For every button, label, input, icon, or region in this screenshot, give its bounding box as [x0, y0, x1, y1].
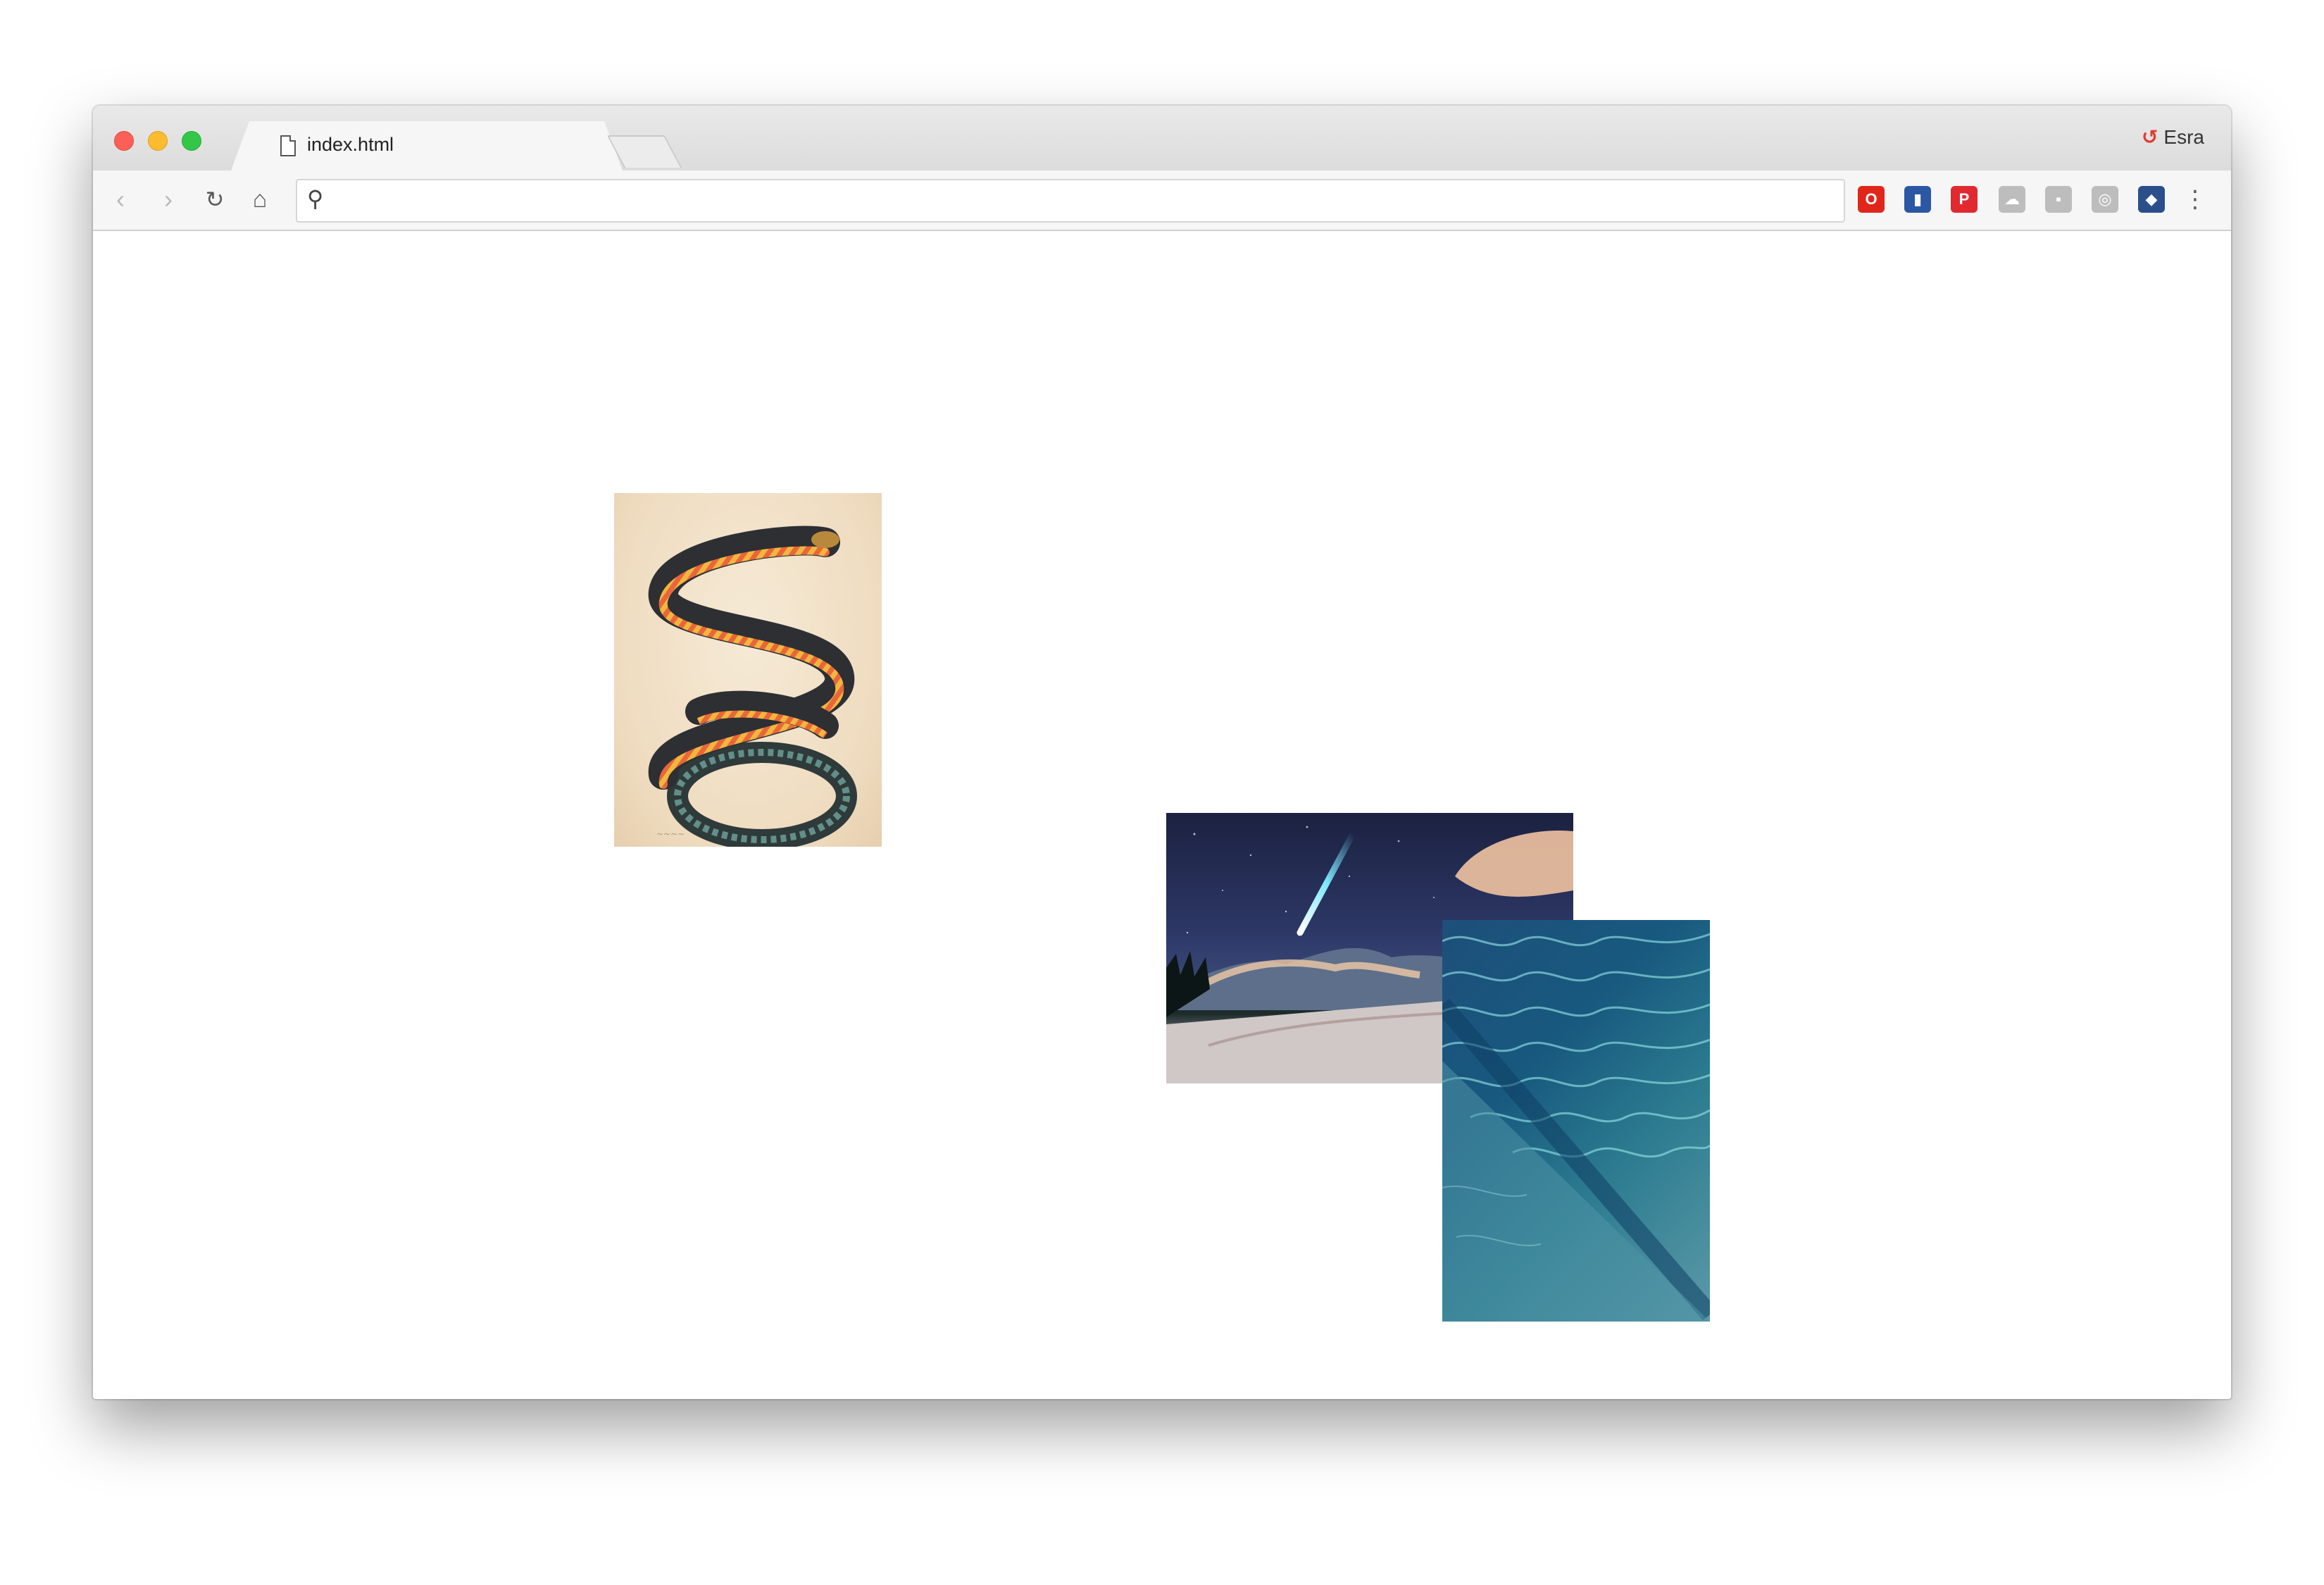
circle-extension-icon[interactable]: ◎	[2092, 186, 2118, 213]
pinterest-icon[interactable]: P	[1951, 186, 1978, 213]
page-content: ~~~~	[93, 231, 2231, 1399]
menu-icon[interactable]: ⋮	[2178, 182, 2213, 217]
snake-image: ~~~~	[614, 493, 882, 847]
page-icon	[280, 135, 296, 156]
home-button[interactable]: ⌂	[242, 182, 277, 217]
tab-title: index.html	[307, 134, 394, 155]
chart-extension-icon[interactable]: ▮	[1904, 186, 1931, 213]
svg-text:~~~~: ~~~~	[656, 829, 685, 839]
toolbar: ‹ › ↻ ⌂ ⚲ O ▮ P ☁ ▪ ◎ ◆ ⋮	[93, 170, 2231, 231]
profile-name: Esra	[2163, 125, 2204, 148]
blue-extension-icon[interactable]: ◆	[2138, 186, 2165, 213]
back-button[interactable]: ‹	[103, 182, 138, 217]
close-window-button[interactable]	[114, 131, 134, 151]
snake-illustration: ~~~~	[648, 526, 857, 847]
title-bar: index.html × ↺ Esra	[93, 106, 2231, 170]
profile-badge-icon: ↺	[2141, 126, 2159, 148]
profile-button[interactable]: ↺ Esra	[2142, 125, 2204, 149]
water-ripples	[1442, 933, 1710, 1322]
tab-index[interactable]: index.html ×	[231, 121, 623, 170]
browser-window: index.html × ↺ Esra ‹ › ↻ ⌂ ⚲ O ▮ P ☁ ▪ …	[93, 106, 2231, 1399]
cloud-extension-icon[interactable]: ☁	[1999, 186, 2025, 213]
forward-button[interactable]: ›	[151, 182, 186, 217]
address-bar[interactable]: ⚲	[296, 179, 1845, 223]
minimize-window-button[interactable]	[148, 131, 168, 151]
zoom-window-button[interactable]	[182, 131, 201, 151]
reload-button[interactable]: ↻	[197, 182, 232, 217]
search-icon: ⚲	[307, 186, 324, 211]
square-extension-icon[interactable]: ▪	[2045, 186, 2072, 213]
opera-icon[interactable]: O	[1858, 186, 1885, 213]
water-surface-image	[1442, 920, 1710, 1322]
